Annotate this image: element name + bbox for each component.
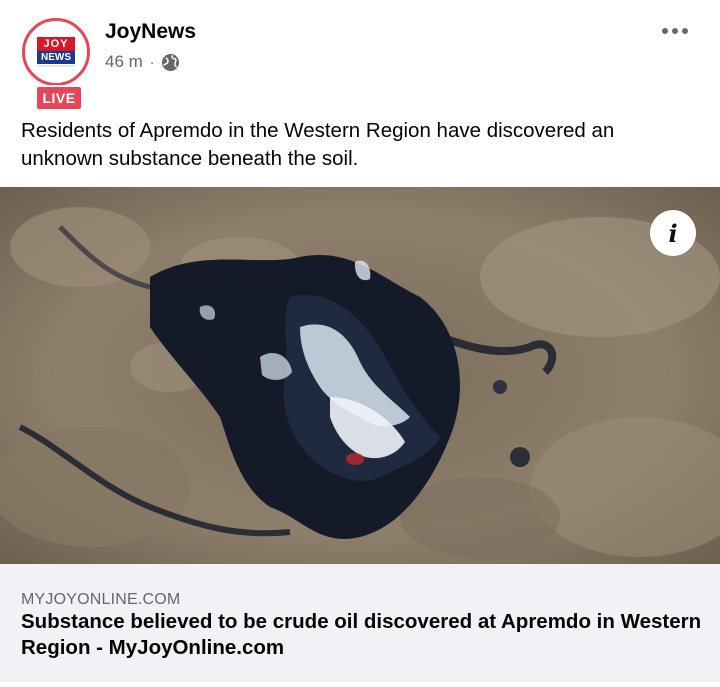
post-photo[interactable] — [0, 187, 720, 564]
info-icon[interactable]: i — [650, 210, 696, 256]
live-badge: LIVE — [35, 85, 83, 111]
divider — [0, 682, 720, 687]
more-horizontal-icon[interactable] — [662, 28, 688, 34]
page-name-link[interactable]: JoyNews — [105, 20, 196, 44]
globe-icon — [161, 53, 180, 72]
link-domain: MYJOYONLINE.COM — [21, 591, 181, 608]
avatar-ring: JOY NEWS — [22, 18, 90, 86]
logo-joy-text: JOY — [37, 37, 75, 51]
logo-news-text: NEWS — [37, 51, 75, 64]
page-avatar[interactable]: JOY NEWS LIVE — [22, 18, 92, 111]
post-header: JOY NEWS LIVE JoyNews 46 m · — [0, 0, 720, 115]
post-time[interactable]: 46 m — [105, 52, 143, 72]
link-preview[interactable]: MYJOYONLINE.COM Substance believed to be… — [0, 564, 720, 687]
post-text: Residents of Apremdo in the Western Regi… — [21, 119, 615, 170]
post-meta: 46 m · — [105, 52, 180, 72]
link-title[interactable]: Substance believed to be crude oil disco… — [21, 609, 711, 661]
joynews-logo: JOY NEWS — [37, 37, 75, 67]
meta-separator: · — [149, 54, 155, 70]
logo-strip — [37, 65, 75, 67]
